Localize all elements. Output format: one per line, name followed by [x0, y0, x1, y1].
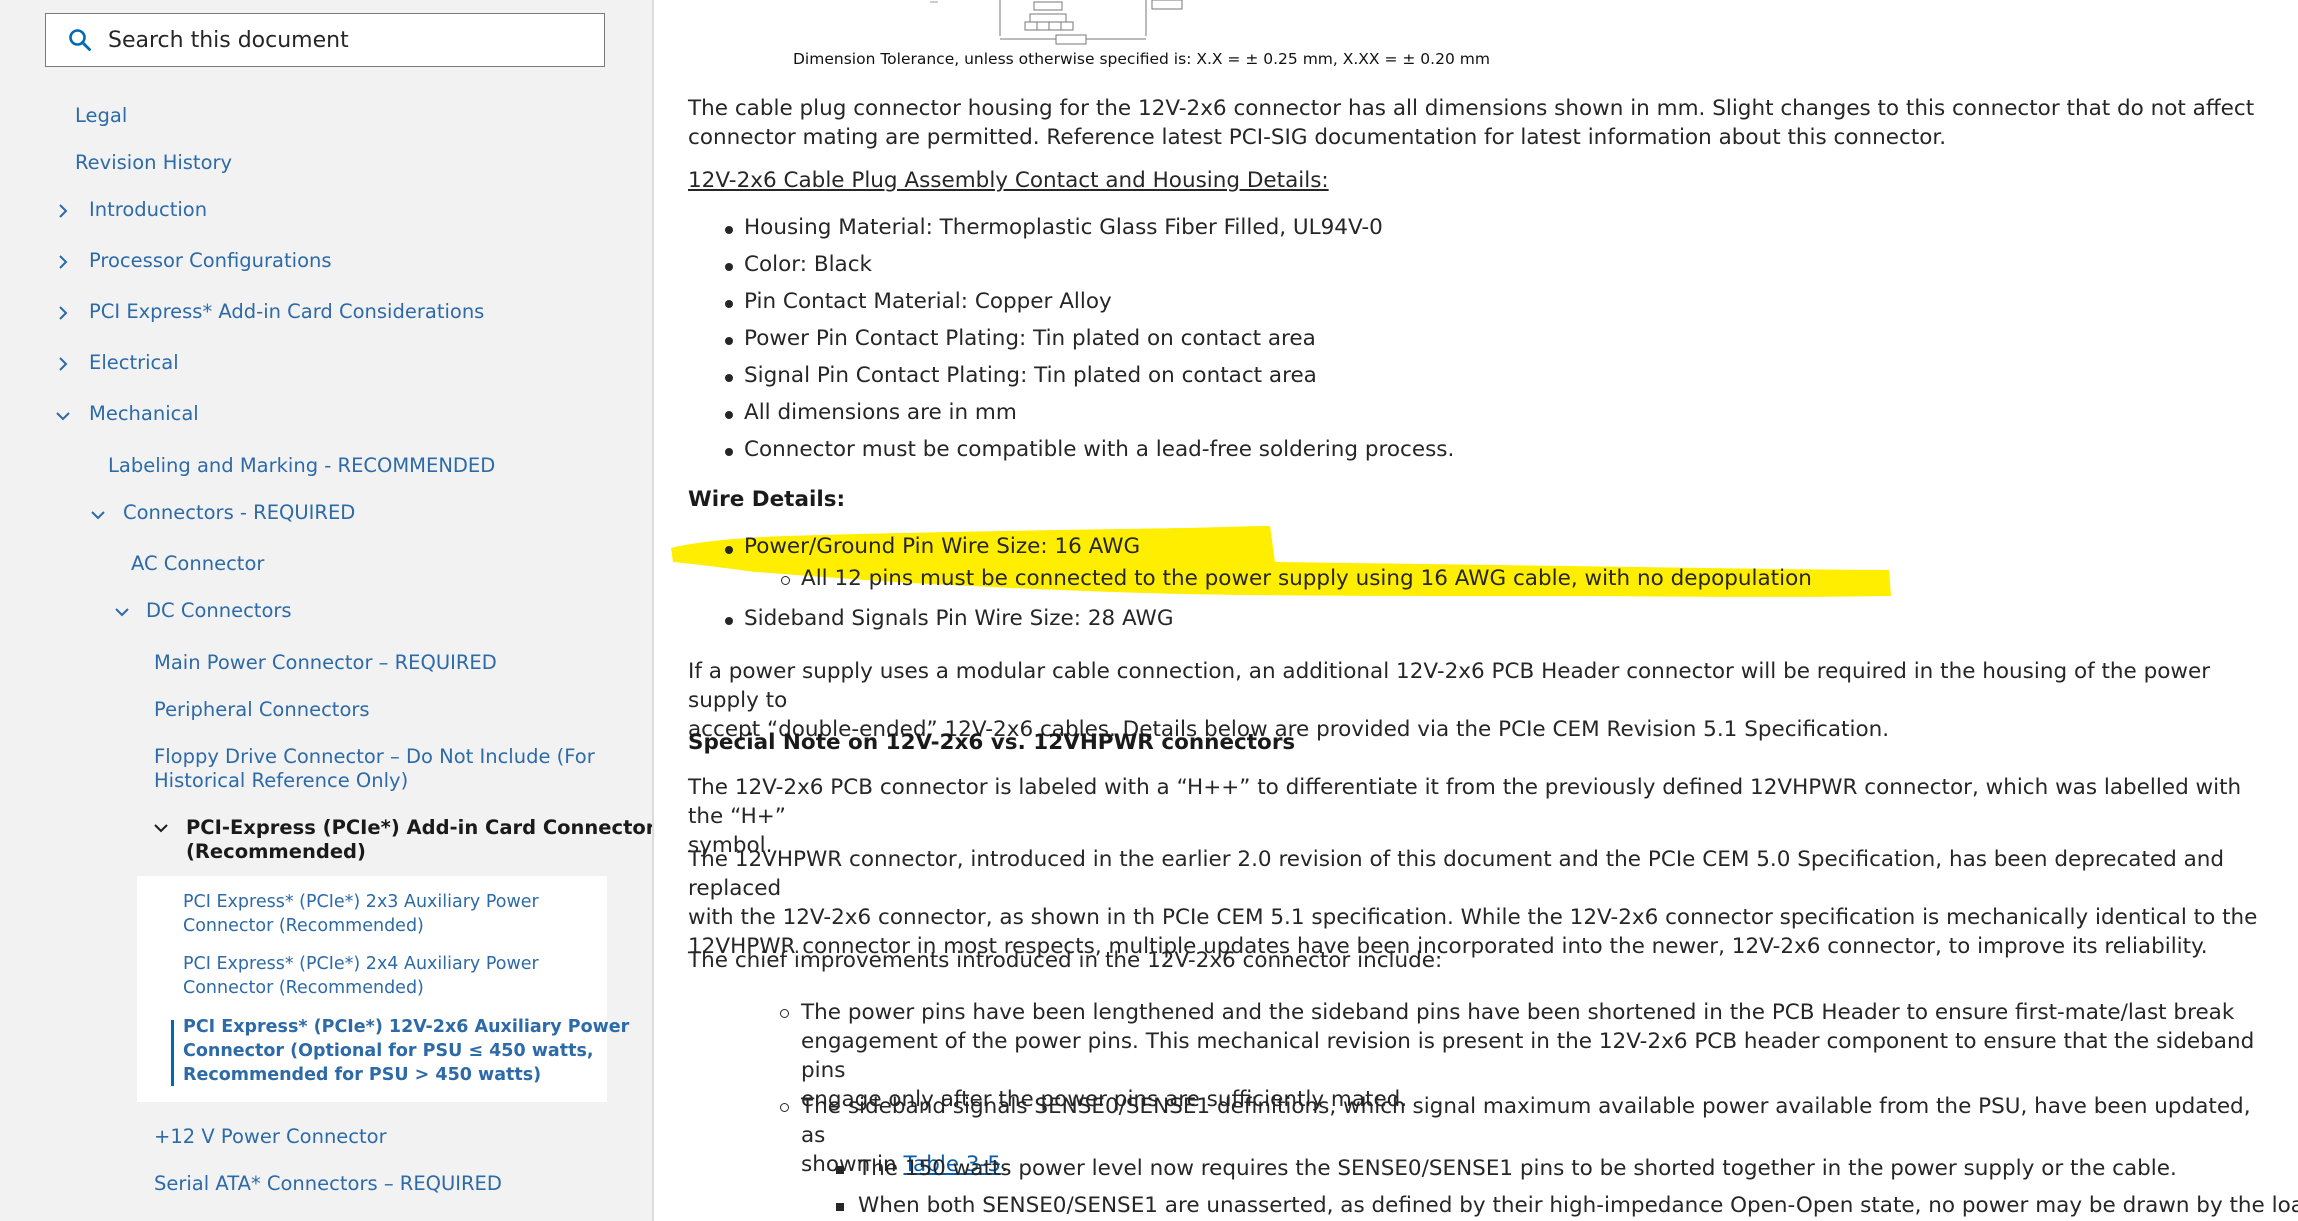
sub-nav-label: PCI Express* (PCIe*) 12V-2x6 Auxiliary P…: [183, 1017, 630, 1037]
bullet-dot: [725, 226, 733, 234]
nav-pci-express-add-in-card[interactable]: PCI Express* Add-in Card Considerations: [89, 300, 484, 324]
sub-nav-label: Recommended for PSU > 450 watts): [183, 1065, 542, 1085]
nav-12v-power-connector[interactable]: +12 V Power Connector: [154, 1125, 387, 1149]
text-line: The cable plug connector housing for the…: [688, 96, 2255, 121]
text-line: The 12VHPWR connector, introduced in the…: [688, 847, 2225, 901]
bullet-square: [836, 1166, 844, 1174]
nav-connectors-required[interactable]: Connectors - REQUIRED: [123, 501, 355, 525]
sub-nav-label: Connector (Recommended): [183, 978, 424, 998]
bullet-lead-free: Connector must be compatible with a lead…: [744, 437, 1455, 462]
nav-ac-connector[interactable]: AC Connector: [131, 552, 264, 576]
text-line: The power pins have been lengthened and …: [801, 1000, 2235, 1025]
search-icon: [69, 29, 91, 51]
chevron-down-icon[interactable]: [90, 509, 106, 521]
active-indicator: [171, 1020, 174, 1086]
bullet-sense-unasserted: When both SENSE0/SENSE1 are unasserted, …: [858, 1193, 2298, 1218]
nav-mechanical[interactable]: Mechanical: [89, 402, 199, 426]
paragraph-chief-improvements: The chief improvements introduced in the…: [688, 948, 1443, 973]
text-line: with the 12V-2x6 connector, as shown in …: [688, 905, 2258, 930]
paragraph-connector-housing: The cable plug connector housing for the…: [688, 94, 2278, 152]
nav-floppy-drive-connector-line2[interactable]: Historical Reference Only): [154, 769, 408, 793]
text-line: The sideband signals SENSE0/SENSE1 defin…: [801, 1094, 2251, 1148]
bullet-dot: [725, 617, 733, 625]
bullet-dimensions: All dimensions are in mm: [744, 400, 1017, 425]
bullet-circle: [781, 576, 790, 585]
bullet-dot: [725, 411, 733, 419]
sub-nav-2x3-connector[interactable]: PCI Express* (PCIe*) 2x3 Auxiliary Power…: [183, 890, 539, 938]
nav-processor-configurations[interactable]: Processor Configurations: [89, 249, 332, 273]
chevron-right-icon[interactable]: [57, 305, 69, 321]
bullet-signal-pin-plating: Signal Pin Contact Plating: Tin plated o…: [744, 363, 1317, 388]
nav-dc-connectors[interactable]: DC Connectors: [146, 599, 292, 623]
bullet-dot: [725, 337, 733, 345]
nav-peripheral-connectors[interactable]: Peripheral Connectors: [154, 698, 370, 722]
nav-electrical[interactable]: Electrical: [89, 351, 179, 375]
dimension-tolerance-note: Dimension Tolerance, unless otherwise sp…: [793, 50, 1490, 68]
nav-serial-ata-connectors[interactable]: Serial ATA* Connectors – REQUIRED: [154, 1172, 502, 1196]
nav-pcie-add-in-card-connectors[interactable]: PCI-Express (PCIe*) Add-in Card Connecto…: [186, 816, 652, 840]
sidebar: Legal Revision History Introduction Proc…: [0, 0, 654, 1221]
nav-introduction[interactable]: Introduction: [89, 198, 207, 222]
chevron-down-icon[interactable]: [55, 410, 71, 422]
sub-nav-label: PCI Express* (PCIe*) 2x4 Auxiliary Power: [183, 954, 539, 974]
bullet-pin-contact-material: Pin Contact Material: Copper Alloy: [744, 289, 1112, 314]
sub-nav-2x4-connector[interactable]: PCI Express* (PCIe*) 2x4 Auxiliary Power…: [183, 952, 539, 1000]
connector-drawing: [930, 0, 1183, 45]
chevron-right-icon[interactable]: [57, 356, 69, 372]
bullet-color: Color: Black: [744, 252, 873, 277]
chevron-down-icon[interactable]: [153, 822, 169, 834]
heading-special-note: Special Note on 12V-2x6 vs. 12VHPWR conn…: [688, 730, 1296, 755]
nav-revision-history[interactable]: Revision History: [75, 151, 232, 175]
bullet-dot: [725, 300, 733, 308]
chevron-right-icon[interactable]: [57, 254, 69, 270]
search-input[interactable]: [106, 26, 550, 54]
nav-labeling-and-marking[interactable]: Labeling and Marking - RECOMMENDED: [108, 454, 495, 478]
sub-nav-12v-2x6-connector[interactable]: PCI Express* (PCIe*) 12V-2x6 Auxiliary P…: [183, 1015, 629, 1087]
text-line: The 12V-2x6 PCB connector is labeled wit…: [688, 775, 2242, 829]
sub-nav-label: PCI Express* (PCIe*) 2x3 Auxiliary Power: [183, 892, 539, 912]
bullet-circle: [780, 1103, 789, 1112]
bullet-dot: [725, 374, 733, 382]
text-line: connector mating are permitted. Referenc…: [688, 125, 1947, 150]
bullet-150-watts: The 150 watts power level now requires t…: [858, 1156, 2177, 1181]
bullet-circle: [780, 1009, 789, 1018]
sub-nav-label: Connector (Recommended): [183, 916, 424, 936]
nav-floppy-drive-connector[interactable]: Floppy Drive Connector – Do Not Include …: [154, 745, 595, 769]
bullet-dot: [725, 263, 733, 271]
sub-nav-label: Connector (Optional for PSU ≤ 450 watts,: [183, 1041, 594, 1061]
chevron-down-icon[interactable]: [114, 606, 130, 618]
heading-wire-details: Wire Details:: [688, 487, 846, 512]
nav-pcie-add-in-card-connectors-line2[interactable]: (Recommended): [186, 840, 366, 864]
bullet-dot: [725, 546, 733, 554]
bullet-square: [836, 1203, 844, 1211]
search-box[interactable]: [45, 13, 605, 67]
bullet-power-pin-plating: Power Pin Contact Plating: Tin plated on…: [744, 326, 1316, 351]
bullet-12-pins: All 12 pins must be connected to the pow…: [801, 566, 1812, 591]
nav-legal[interactable]: Legal: [75, 104, 127, 128]
bullet-sideband-wire: Sideband Signals Pin Wire Size: 28 AWG: [744, 606, 1174, 631]
text-line: engagement of the power pins. This mecha…: [801, 1029, 2255, 1083]
text-line: If a power supply uses a modular cable c…: [688, 659, 2211, 713]
bullet-dot: [725, 448, 733, 456]
nav-main-power-connector[interactable]: Main Power Connector – REQUIRED: [154, 651, 497, 675]
heading-assembly-details: 12V-2x6 Cable Plug Assembly Contact and …: [688, 168, 1329, 193]
chevron-right-icon[interactable]: [57, 203, 69, 219]
bullet-housing-material: Housing Material: Thermoplastic Glass Fi…: [744, 215, 1383, 240]
paragraph-12vhpwr-deprecated: The 12VHPWR connector, introduced in the…: [688, 845, 2278, 961]
bullet-power-ground-wire: Power/Ground Pin Wire Size: 16 AWG: [744, 534, 1141, 559]
